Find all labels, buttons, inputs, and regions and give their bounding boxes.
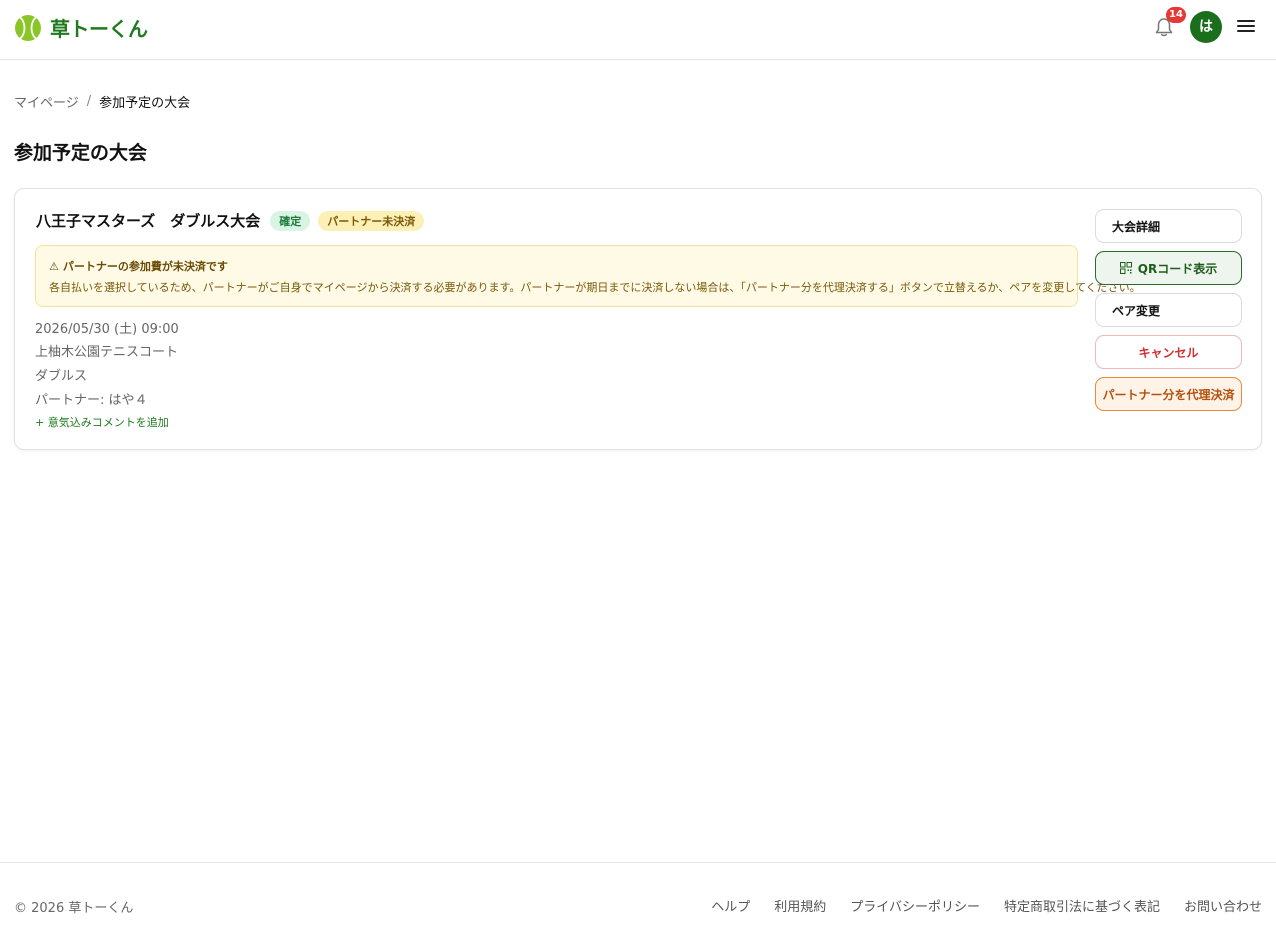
- footer-link-commercial-law[interactable]: 特定商取引法に基づく表記: [1004, 896, 1160, 915]
- proxy-pay-button[interactable]: パートナー分を代理決済: [1095, 377, 1242, 411]
- page-title: 参加予定の大会: [14, 142, 148, 164]
- tournament-partner: パートナー: はや４: [35, 393, 148, 408]
- footer: © 2026 草トーくん ヘルプ 利用規約 プライバシーポリシー 特定商取引法に…: [0, 862, 1276, 938]
- warning-title-row: ⚠ パートナーの参加費が未決済です: [49, 258, 1064, 274]
- breadcrumb-current: 参加予定の大会: [99, 96, 191, 111]
- copyright: © 2026 草トーくん: [14, 901, 134, 916]
- footer-link-help[interactable]: ヘルプ: [711, 896, 750, 915]
- tennis-ball-icon: [15, 14, 41, 41]
- qr-code-icon: [1119, 262, 1132, 274]
- qr-code-label: QRコード表示: [1137, 261, 1218, 276]
- proxy-pay-label: パートナー分を代理決済: [1102, 387, 1235, 402]
- tournament-format: ダブルス: [35, 369, 88, 384]
- pair-change-label: ペア変更: [1112, 303, 1161, 318]
- notification-count-badge: 14: [1166, 7, 1186, 23]
- tournament-datetime: 2026/05/30 (土) 09:00: [35, 322, 179, 337]
- add-comment-link[interactable]: + 意気込みコメントを追加: [35, 414, 169, 430]
- partner-unpaid-badge: パートナー未決済: [318, 210, 425, 231]
- footer-links: ヘルプ 利用規約 プライバシーポリシー 特定商取引法に基づく表記 お問い合わせ: [711, 896, 1262, 915]
- breadcrumb-mypage-link[interactable]: マイページ: [14, 92, 79, 111]
- cancel-button[interactable]: キャンセル: [1095, 335, 1242, 369]
- tournament-title-row: 八王子マスターズ ダブルス大会 確定 パートナー未決済: [36, 210, 425, 231]
- tournament-card: 八王子マスターズ ダブルス大会 確定 パートナー未決済 ⚠ パートナーの参加費が…: [14, 188, 1262, 450]
- warning-body: 各自払いを選択しているため、パートナーがご自身でマイページから決済する必要があり…: [49, 281, 1141, 294]
- qr-code-button[interactable]: QRコード表示: [1095, 251, 1242, 285]
- logo-link[interactable]: 草トーくん: [14, 13, 148, 42]
- top-header: 草トーくん 14 は: [0, 0, 1276, 60]
- cancel-label: キャンセル: [1138, 345, 1199, 360]
- tournament-detail-button[interactable]: 大会詳細: [1095, 209, 1242, 243]
- tournament-title: 八王子マスターズ ダブルス大会: [36, 212, 261, 230]
- warning-icon: ⚠: [49, 259, 59, 273]
- logo-text: 草トーくん: [50, 17, 148, 41]
- breadcrumb-separator: /: [86, 94, 92, 109]
- confirmed-badge: 確定: [270, 210, 311, 231]
- hamburger-menu-icon[interactable]: [1236, 17, 1256, 37]
- footer-link-contact[interactable]: お問い合わせ: [1184, 896, 1262, 915]
- footer-link-terms[interactable]: 利用規約: [774, 896, 826, 915]
- warning-title: パートナーの参加費が未決済です: [62, 260, 228, 273]
- user-avatar[interactable]: は: [1190, 11, 1222, 43]
- tournament-detail-label: 大会詳細: [1112, 219, 1161, 234]
- footer-link-privacy[interactable]: プライバシーポリシー: [850, 896, 980, 915]
- tournament-actions: 大会詳細 QRコード表示 ペア変更 キャンセル パートナー分を代理決済: [1095, 209, 1242, 419]
- pair-change-button[interactable]: ペア変更: [1095, 293, 1242, 327]
- partner-unpaid-warning: ⚠ パートナーの参加費が未決済です 各自払いを選択しているため、パートナーがご自…: [35, 245, 1141, 307]
- tournament-venue: 上柚木公園テニスコート: [35, 345, 179, 360]
- breadcrumb: マイページ / 参加予定の大会: [14, 92, 190, 111]
